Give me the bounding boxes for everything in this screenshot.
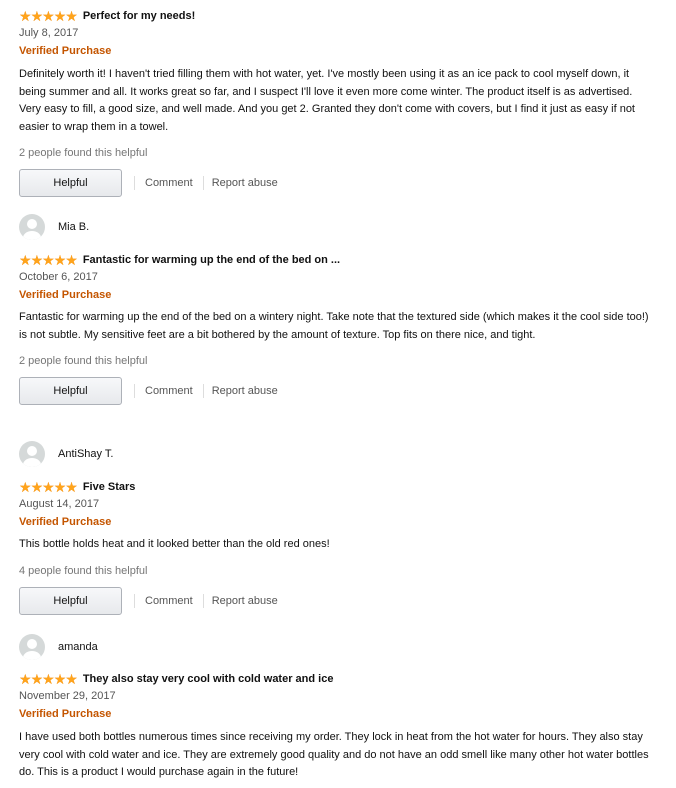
divider — [202, 384, 204, 398]
review-title-row: ★ ★ ★ ★ ★ Perfect for my needs! — [19, 7, 649, 24]
star-icon: ★ — [19, 251, 32, 268]
divider — [202, 593, 204, 608]
review-2: Mia B. ★ ★ ★ ★ ★ Fantastic for warming up th… — [19, 214, 649, 405]
review-date: August 14, 2017 — [19, 498, 100, 510]
star-icon: ★ — [19, 7, 32, 24]
review-title-row: ★ ★ ★ ★ ★ Five Stars — [19, 478, 649, 495]
verified-purchase-badge: Verified Purchase — [19, 516, 112, 528]
divider — [134, 593, 135, 608]
review-date: November 29, 2017 — [19, 690, 116, 702]
review-title[interactable]: Fantastic for warming up the end of the … — [83, 254, 340, 266]
report-abuse-link[interactable]: Report abuse — [212, 385, 278, 397]
reviewer-name[interactable]: amanda — [58, 641, 98, 653]
review-body: Fantastic for warming up the end of the … — [19, 311, 649, 341]
divider — [134, 384, 135, 398]
star-icon: ★ — [19, 478, 32, 495]
report-abuse-link[interactable]: Report abuse — [212, 595, 278, 607]
divider — [134, 176, 135, 190]
star-icon: ★ — [42, 670, 55, 687]
star-icon: ★ — [53, 251, 67, 268]
star-icon: ★ — [30, 7, 44, 24]
review-title-row: ★ ★ ★ ★ ★ They also stay very cool with cold… — [19, 670, 649, 687]
verified-purchase-badge: Verified Purchase — [19, 45, 112, 57]
default-avatar-icon — [19, 214, 45, 240]
review-date: October 6, 2017 — [19, 271, 98, 283]
review-title[interactable]: They also stay very cool with cold water… — [83, 673, 334, 685]
star-icon: ★ — [53, 7, 67, 24]
reviewer-profile[interactable]: amanda — [19, 634, 649, 660]
star-icon: ★ — [30, 670, 44, 687]
reviewer-name[interactable]: Mia B. — [58, 221, 89, 233]
helpful-button[interactable]: Helpful — [19, 169, 122, 197]
comment-link[interactable]: Comment — [145, 385, 193, 397]
review-body: Definitely worth it! I haven't tried fil… — [19, 68, 635, 133]
star-icon: ★ — [42, 251, 55, 268]
star-rating[interactable]: ★ ★ ★ ★ ★ — [19, 478, 78, 495]
reviewer-profile[interactable]: Mia B. — [19, 214, 649, 240]
review-title[interactable]: Five Stars — [83, 481, 136, 493]
review-4: amanda ★ ★ ★ ★ ★ They also stay very cool wi… — [19, 634, 649, 782]
review-date: July 8, 2017 — [19, 27, 79, 39]
reviewer-profile[interactable]: AntiShay T. — [19, 441, 649, 467]
reviewer-name[interactable]: AntiShay T. — [58, 448, 113, 460]
star-icon: ★ — [30, 251, 44, 268]
comment-link[interactable]: Comment — [145, 177, 193, 189]
helpful-button[interactable]: Helpful — [19, 586, 122, 615]
star-icon: ★ — [65, 670, 78, 687]
verified-purchase-badge: Verified Purchase — [19, 289, 112, 301]
star-icon: ★ — [53, 478, 67, 495]
report-abuse-link[interactable]: Report abuse — [212, 177, 278, 189]
helpful-button[interactable]: Helpful — [19, 377, 122, 405]
helpful-count: 2 people found this helpful — [19, 147, 148, 159]
verified-purchase-badge: Verified Purchase — [19, 708, 112, 720]
review-body: This bottle holds heat and it looked bet… — [19, 538, 330, 550]
star-icon: ★ — [65, 478, 78, 495]
star-icon: ★ — [65, 7, 78, 24]
star-icon: ★ — [53, 670, 67, 687]
star-rating[interactable]: ★ ★ ★ ★ ★ — [19, 251, 78, 268]
review-actions: Helpful Comment Report abuse — [19, 586, 649, 615]
review-actions: Helpful Comment Report abuse — [19, 169, 649, 197]
review-title[interactable]: Perfect for my needs! — [83, 10, 195, 22]
review-1: ★ ★ ★ ★ ★ Perfect for my needs! July 8, 2017… — [19, 7, 649, 197]
star-rating[interactable]: ★ ★ ★ ★ ★ — [19, 7, 78, 24]
star-icon: ★ — [19, 670, 32, 687]
default-avatar-icon — [19, 634, 45, 660]
divider — [202, 176, 204, 190]
review-title-row: ★ ★ ★ ★ ★ Fantastic for warming up the end o… — [19, 251, 649, 268]
star-icon: ★ — [30, 478, 44, 495]
review-body: I have used both bottles numerous times … — [19, 731, 649, 778]
review-actions: Helpful Comment Report abuse — [19, 377, 649, 405]
default-avatar-icon — [19, 441, 45, 467]
star-icon: ★ — [42, 478, 55, 495]
star-icon: ★ — [65, 251, 78, 268]
review-3: AntiShay T. ★ ★ ★ ★ ★ Five Stars August 14, … — [19, 441, 649, 615]
helpful-count: 2 people found this helpful — [19, 355, 148, 367]
comment-link[interactable]: Comment — [145, 595, 193, 607]
star-rating[interactable]: ★ ★ ★ ★ ★ — [19, 670, 78, 687]
star-icon: ★ — [42, 7, 55, 24]
helpful-count: 4 people found this helpful — [19, 564, 148, 577]
